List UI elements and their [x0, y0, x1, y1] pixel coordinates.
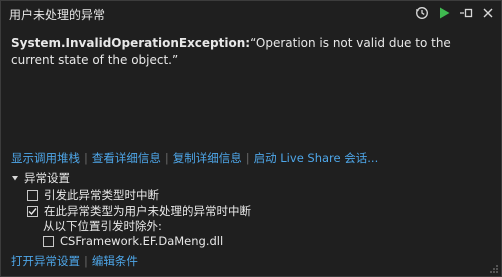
view-details-link[interactable]: 查看详细信息: [92, 150, 161, 166]
exception-message: System.InvalidOperationException:“Operat…: [11, 35, 491, 69]
break-on-throw-label: 引发此异常类型时中断: [44, 188, 159, 202]
link-separator: |: [245, 151, 250, 165]
break-when-unhandled-label: 在此异常类型为用户未处理的异常时中断: [44, 204, 251, 218]
exception-settings: 异常设置: [11, 170, 70, 186]
show-call-stack-link[interactable]: 显示调用堆栈: [11, 150, 80, 166]
action-links: 显示调用堆栈 | 查看详细信息 | 复制详细信息 | 启动 Live Share…: [11, 150, 378, 166]
start-live-share-link[interactable]: 启动 Live Share 会话...: [254, 150, 379, 166]
bottom-links: 打开异常设置 | 编辑条件: [11, 253, 138, 269]
popup-title: 用户未处理的异常: [9, 8, 106, 22]
break-when-unhandled-checkbox[interactable]: [27, 205, 38, 217]
break-on-throw-option[interactable]: 引发此异常类型时中断: [27, 187, 159, 203]
title-icons: [413, 4, 497, 22]
exception-type: System.InvalidOperationException:: [11, 36, 251, 50]
except-module-option[interactable]: CSFramework.EF.DaMeng.dll: [43, 234, 223, 248]
exception-popup: 用户未处理的异常 System.InvalidOperationExceptio…: [0, 0, 502, 277]
close-icon[interactable]: [479, 4, 497, 22]
break-on-throw-checkbox[interactable]: [27, 189, 38, 201]
continue-play-icon[interactable]: [435, 4, 453, 22]
except-when-thrown-label: 从以下位置引发时除外:: [43, 219, 162, 233]
title-bar: 用户未处理的异常: [1, 1, 501, 27]
link-separator: |: [84, 254, 88, 268]
link-separator: |: [84, 151, 88, 165]
open-exception-settings-link[interactable]: 打开异常设置: [11, 253, 80, 269]
resize-grip-icon[interactable]: [489, 264, 499, 274]
except-when-thrown-from: 从以下位置引发时除外:: [43, 218, 162, 234]
break-when-unhandled-option[interactable]: 在此异常类型为用户未处理的异常时中断: [27, 203, 251, 219]
history-icon[interactable]: [413, 4, 431, 22]
settings-header-label: 异常设置: [24, 171, 70, 185]
dock-icon[interactable]: [457, 4, 475, 22]
copy-details-link[interactable]: 复制详细信息: [173, 150, 242, 166]
except-module-label: CSFramework.EF.DaMeng.dll: [60, 234, 224, 248]
exception-settings-header[interactable]: 异常设置: [11, 170, 70, 186]
checkmark-icon: [28, 207, 37, 215]
collapse-triangle-icon[interactable]: [11, 174, 19, 182]
link-separator: |: [164, 151, 169, 165]
edit-conditions-link[interactable]: 编辑条件: [92, 253, 138, 269]
except-module-checkbox[interactable]: [43, 235, 54, 247]
